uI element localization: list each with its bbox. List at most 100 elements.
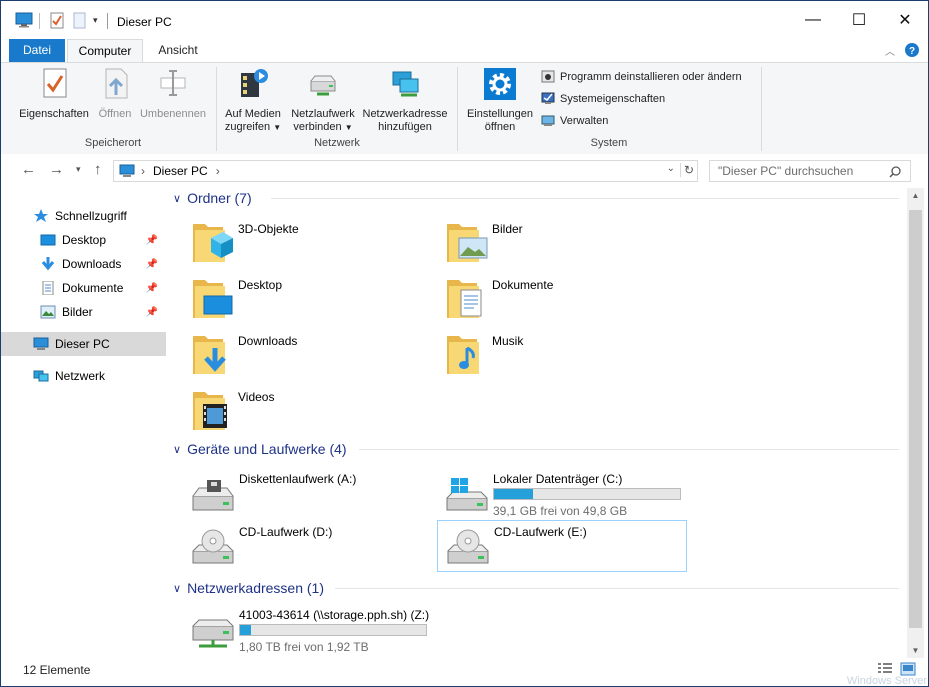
drive-item[interactable]: CD-Laufwerk (D:) bbox=[183, 521, 433, 573]
drive-item[interactable]: Lokaler Datenträger (C:) 39,1 GB frei vo… bbox=[437, 468, 687, 520]
folder-item[interactable]: Desktop bbox=[191, 274, 431, 328]
nav-item-documents[interactable]: Dokumente 📌 bbox=[1, 276, 166, 300]
desktop-watermark: Windows Server bbox=[846, 675, 927, 687]
search-input[interactable]: "Dieser PC" durchsuchen bbox=[709, 160, 911, 182]
nav-label: Dieser PC bbox=[55, 337, 110, 351]
uninstall-program-button[interactable]: Programm deinstallieren oder ändern bbox=[541, 70, 742, 83]
close-icon: ✕ bbox=[898, 12, 912, 29]
open-icon bbox=[105, 68, 128, 99]
large-icons-view-icon[interactable] bbox=[900, 662, 916, 676]
folder-name: 3D-Objekte bbox=[238, 222, 299, 236]
properties-button[interactable]: Eigenschaften bbox=[15, 67, 93, 121]
folder-name: Videos bbox=[238, 390, 275, 404]
folder-documents-icon bbox=[447, 280, 482, 318]
folder-item[interactable]: Musik bbox=[445, 330, 685, 384]
folder-name: Desktop bbox=[238, 278, 283, 292]
back-arrow-icon[interactable]: ← bbox=[21, 161, 36, 178]
address-bar[interactable]: › Dieser PC › ⌄ ↻ bbox=[113, 160, 698, 182]
uninstall-label: Programm deinstallieren oder ändern bbox=[560, 70, 742, 83]
properties-quick-icon[interactable] bbox=[49, 12, 65, 30]
computer-icon bbox=[119, 164, 135, 177]
rename-icon bbox=[160, 70, 186, 96]
chevron-down-icon: ∨ bbox=[173, 443, 182, 456]
tab-computer[interactable]: Computer bbox=[67, 39, 143, 62]
network-drive-item[interactable]: 41003-43614 (\\storage.pph.sh) (Z:) 1,80… bbox=[183, 604, 433, 656]
access-media-label-2: zugreifen bbox=[224, 121, 271, 133]
up-arrow-icon[interactable]: ↑ bbox=[94, 161, 102, 178]
vertical-scrollbar[interactable]: ▲ ▼ bbox=[907, 188, 924, 658]
breadcrumb-this-pc[interactable]: Dieser PC bbox=[153, 164, 208, 178]
open-settings-label-2: öffnen bbox=[484, 121, 516, 133]
nav-item-downloads[interactable]: Downloads 📌 bbox=[1, 252, 166, 276]
recent-locations-chevron-icon[interactable]: ▾ bbox=[76, 164, 81, 175]
folder-item[interactable]: Bilder bbox=[445, 218, 685, 272]
manage-button[interactable]: Verwalten bbox=[541, 114, 608, 127]
forward-arrow-icon[interactable]: → bbox=[49, 161, 64, 178]
system-properties-button[interactable]: Systemeigenschaften bbox=[541, 92, 665, 105]
floppy-drive-icon bbox=[192, 480, 234, 511]
maximize-button[interactable]: ☐ bbox=[836, 1, 882, 39]
group-title: Ordner (7) bbox=[187, 190, 252, 206]
nav-item-this-pc[interactable]: Dieser PC bbox=[1, 332, 166, 356]
pin-icon[interactable]: 📌 bbox=[146, 283, 158, 294]
scrollbar-thumb[interactable] bbox=[909, 210, 922, 628]
drive-item[interactable]: Diskettenlaufwerk (A:) bbox=[183, 468, 433, 520]
nav-item-network[interactable]: Netzwerk bbox=[1, 364, 166, 388]
pin-icon[interactable]: 📌 bbox=[146, 259, 158, 270]
folder-item[interactable]: Downloads bbox=[191, 330, 431, 384]
manage-icon bbox=[541, 115, 555, 126]
scroll-down-icon[interactable]: ▼ bbox=[907, 646, 924, 655]
pin-icon[interactable]: 📌 bbox=[146, 235, 158, 246]
map-network-drive-button[interactable]: Netzlaufwerk verbinden ▼ bbox=[287, 67, 359, 134]
network-location-icon bbox=[392, 71, 419, 97]
nav-label: Schnellzugriff bbox=[55, 209, 127, 223]
close-button[interactable]: ✕ bbox=[882, 1, 928, 39]
nav-item-quick-access[interactable]: Schnellzugriff bbox=[1, 204, 166, 228]
minimize-button[interactable]: — bbox=[790, 1, 836, 39]
pin-icon[interactable]: 📌 bbox=[146, 307, 158, 318]
address-row: ← → ▾ ↑ › Dieser PC › ⌄ ↻ "Dieser PC" du… bbox=[1, 154, 928, 188]
maximize-icon: ☐ bbox=[851, 12, 867, 29]
map-network-drive-label-1: Netzlaufwerk bbox=[291, 108, 355, 120]
add-network-location-button[interactable]: Netzwerkadresse hinzufügen bbox=[360, 67, 450, 134]
nav-item-desktop[interactable]: Desktop 📌 bbox=[1, 228, 166, 252]
computer-icon[interactable] bbox=[15, 12, 33, 28]
nav-item-pictures[interactable]: Bilder 📌 bbox=[1, 300, 166, 324]
address-dropdown-icon[interactable]: ⌄ bbox=[667, 163, 675, 174]
folder-name: Dokumente bbox=[492, 278, 554, 292]
drive-item-selected[interactable]: CD-Laufwerk (E:) bbox=[437, 520, 687, 572]
open-settings-label-1: Einstellungen bbox=[466, 108, 534, 120]
folder-item[interactable]: Dokumente bbox=[445, 274, 685, 328]
refresh-icon[interactable]: ↻ bbox=[679, 163, 694, 177]
rename-button[interactable]: Umbenennen bbox=[137, 67, 209, 121]
group-header-network-locations[interactable]: ∨ Netzwerkadressen (1) bbox=[173, 578, 901, 598]
group-header-folders[interactable]: ∨ Ordner (7) bbox=[173, 188, 901, 208]
group-header-devices[interactable]: ∨ Geräte und Laufwerke (4) bbox=[173, 439, 901, 459]
open-settings-button[interactable]: Einstellungen öffnen bbox=[462, 67, 538, 134]
chevron-down-icon: ▼ bbox=[273, 123, 282, 132]
folder-desktop-icon bbox=[193, 280, 233, 318]
group-title: Netzwerkadressen (1) bbox=[187, 580, 324, 596]
new-folder-quick-icon[interactable] bbox=[73, 12, 87, 30]
folder-videos-icon bbox=[193, 392, 227, 430]
drive-free-space: 1,80 TB frei von 1,92 TB bbox=[239, 640, 369, 654]
local-disk-icon bbox=[446, 478, 488, 511]
chevron-down-icon: ∨ bbox=[173, 192, 182, 205]
open-button[interactable]: Öffnen bbox=[95, 67, 135, 121]
cd-drive-icon bbox=[447, 529, 489, 564]
folder-item[interactable]: 3D-Objekte bbox=[191, 218, 431, 272]
properties-icon bbox=[43, 68, 67, 98]
collapse-ribbon-icon[interactable]: ︿ bbox=[885, 43, 895, 58]
content-pane: ∨ Ordner (7) 3D-Objekte Bilder Desktop D… bbox=[167, 188, 907, 658]
customize-quick-access-icon[interactable]: ▾ bbox=[93, 15, 98, 26]
folder-item[interactable]: Videos bbox=[191, 386, 431, 440]
scroll-up-icon[interactable]: ▲ bbox=[907, 191, 924, 200]
help-icon[interactable]: ? bbox=[905, 43, 919, 57]
details-view-icon[interactable] bbox=[877, 662, 893, 676]
breadcrumb-separator[interactable]: › bbox=[216, 164, 220, 178]
quick-access-separator bbox=[39, 13, 40, 29]
tab-view[interactable]: Ansicht bbox=[147, 39, 209, 62]
tab-file[interactable]: Datei bbox=[9, 39, 65, 62]
access-media-button[interactable]: Auf Medien zugreifen ▼ bbox=[221, 67, 285, 134]
rename-label: Umbenennen bbox=[139, 108, 207, 120]
